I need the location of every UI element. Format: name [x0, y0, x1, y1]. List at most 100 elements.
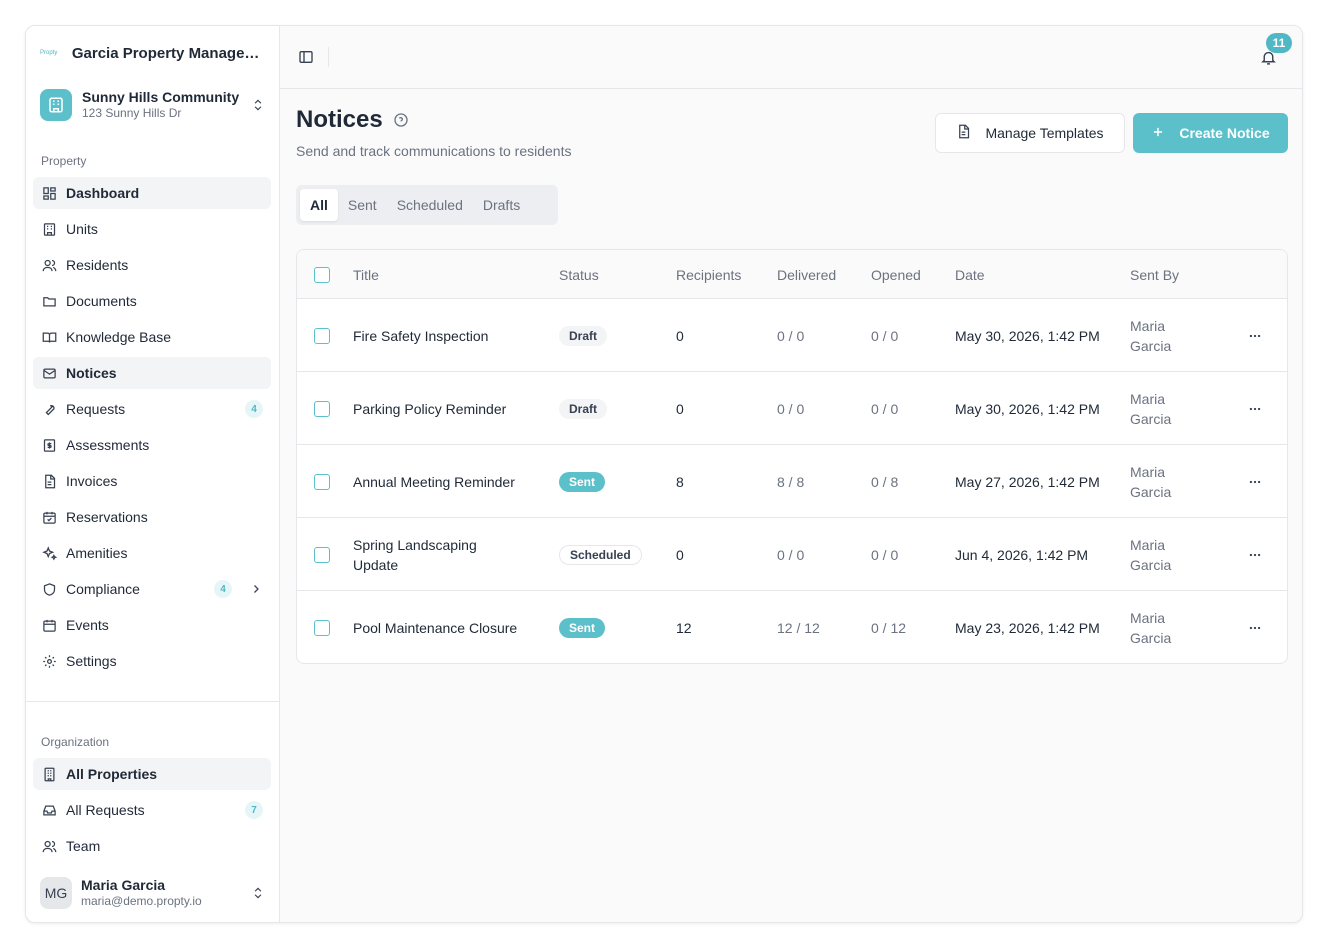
table-row[interactable]: Fire Safety Inspection Draft 0 0 / 0 0 /… — [297, 299, 1287, 372]
sidebar-item-label: Units — [66, 221, 98, 237]
recipients-count: 0 — [676, 400, 684, 417]
help-circle-icon[interactable] — [393, 112, 409, 128]
table-row[interactable]: Parking Policy Reminder Draft 0 0 / 0 0 … — [297, 372, 1287, 445]
sidebar-item-documents[interactable]: Documents — [33, 285, 271, 317]
page-header: Notices — [296, 106, 409, 134]
status-badge: Sent — [559, 471, 606, 492]
tab-scheduled[interactable]: Scheduled — [387, 189, 473, 221]
column-title[interactable]: Title — [353, 250, 379, 299]
notice-title[interactable]: Pool Maintenance Closure — [353, 591, 543, 663]
sidebar-item-label: Residents — [66, 257, 129, 273]
tab-all[interactable]: All — [300, 189, 338, 221]
column-status[interactable]: Status — [559, 250, 599, 299]
sidebar-item-notices[interactable]: Notices — [33, 357, 271, 389]
row-checkbox[interactable] — [314, 473, 330, 490]
status-badge: Scheduled — [559, 544, 642, 565]
book-icon — [41, 329, 57, 345]
sidebar-item-residents[interactable]: Residents — [33, 249, 271, 281]
sidebar-toggle-icon[interactable] — [296, 47, 316, 67]
sidebar-item-reservations[interactable]: Reservations — [33, 501, 271, 533]
users-icon — [41, 257, 57, 273]
more-horizontal-icon[interactable] — [1243, 543, 1267, 567]
wrench-icon — [41, 401, 57, 417]
status-badge: Draft — [559, 398, 608, 419]
sidebar-item-all-requests[interactable]: All Requests 7 — [33, 794, 271, 826]
more-horizontal-icon[interactable] — [1243, 616, 1267, 640]
manage-templates-label: Manage Templates — [985, 125, 1104, 141]
status-badge: Sent — [559, 617, 606, 638]
organization-nav: All Properties All Requests 7 Team — [33, 758, 271, 866]
column-date[interactable]: Date — [955, 250, 985, 299]
sidebar-item-label: Documents — [66, 293, 137, 309]
sidebar-item-requests[interactable]: Requests 4 — [33, 393, 271, 425]
dollar-doc-icon — [41, 437, 57, 453]
row-checkbox[interactable] — [314, 327, 330, 344]
opened-count: 0 / 0 — [871, 400, 899, 417]
recipients-count: 12 — [676, 619, 692, 636]
chevrons-up-down-icon — [250, 97, 266, 113]
user-menu[interactable]: MG Maria Garcia maria@demo.propty.io — [40, 876, 266, 910]
sidebar-item-events[interactable]: Events — [33, 609, 271, 641]
table-row[interactable]: Spring Landscaping Update Scheduled 0 0 … — [297, 518, 1287, 591]
dashboard-icon — [41, 185, 57, 201]
column-sent-by[interactable]: Sent By — [1130, 250, 1179, 299]
sidebar-item-label: Reservations — [66, 509, 148, 525]
sidebar-item-assessments[interactable]: Assessments — [33, 429, 271, 461]
org-header[interactable]: Propty Garcia Property Managem... — [40, 42, 269, 64]
requests-count-badge: 4 — [245, 400, 263, 418]
chevron-right-icon[interactable] — [249, 582, 263, 596]
sidebar-item-invoices[interactable]: Invoices — [33, 465, 271, 497]
delivered-count: 0 / 0 — [777, 327, 805, 344]
sidebar-item-team[interactable]: Team — [33, 830, 271, 862]
sidebar-item-amenities[interactable]: Amenities — [33, 537, 271, 569]
column-delivered[interactable]: Delivered — [777, 250, 836, 299]
opened-count: 0 / 12 — [871, 619, 907, 636]
app-window: Propty Garcia Property Managem... Sunny … — [25, 25, 1303, 923]
sidebar-item-label: Settings — [66, 653, 117, 669]
office-icon — [41, 766, 57, 782]
opened-count: 0 / 0 — [871, 327, 899, 344]
tab-sent[interactable]: Sent — [338, 189, 387, 221]
calendar-check-icon — [41, 509, 57, 525]
sidebar-item-dashboard[interactable]: Dashboard — [33, 177, 271, 209]
org-name: Garcia Property Managem... — [71, 44, 269, 62]
sidebar-item-units[interactable]: Units — [33, 213, 271, 245]
notice-date: Jun 4, 2026, 1:42 PM — [955, 546, 1089, 563]
recipients-count: 0 — [676, 546, 684, 563]
notice-title[interactable]: Parking Policy Reminder — [353, 372, 543, 445]
create-notice-button[interactable]: Create Notice — [1133, 113, 1288, 153]
sidebar-item-label: Events — [66, 617, 109, 633]
folder-icon — [41, 293, 57, 309]
topbar: 11 — [280, 26, 1302, 89]
page-subtitle: Send and track communications to residen… — [296, 143, 572, 159]
sidebar-item-knowledge-base[interactable]: Knowledge Base — [33, 321, 271, 353]
sidebar-item-compliance[interactable]: Compliance 4 — [33, 573, 271, 605]
notice-title[interactable]: Spring Landscaping Update — [353, 518, 523, 591]
notice-title[interactable]: Fire Safety Inspection — [353, 299, 543, 372]
row-checkbox[interactable] — [314, 619, 330, 636]
notice-title[interactable]: Annual Meeting Reminder — [353, 445, 543, 518]
column-opened[interactable]: Opened — [871, 250, 921, 299]
building-icon — [40, 89, 72, 121]
more-horizontal-icon[interactable] — [1243, 397, 1267, 421]
more-horizontal-icon[interactable] — [1243, 470, 1267, 494]
calendar-icon — [41, 617, 57, 633]
column-recipients[interactable]: Recipients — [676, 250, 741, 299]
sidebar-item-settings[interactable]: Settings — [33, 645, 271, 677]
sidebar-item-all-properties[interactable]: All Properties — [33, 758, 271, 790]
delivered-count: 12 / 12 — [777, 619, 820, 636]
select-all-checkbox[interactable] — [314, 266, 330, 283]
org-logo: Propty — [40, 50, 58, 56]
more-horizontal-icon[interactable] — [1243, 324, 1267, 348]
row-checkbox[interactable] — [314, 400, 330, 417]
sidebar-item-label: Invoices — [66, 473, 118, 489]
row-checkbox[interactable] — [314, 546, 330, 563]
table-row[interactable]: Annual Meeting Reminder Sent 8 8 / 8 0 /… — [297, 445, 1287, 518]
notice-date: May 27, 2026, 1:42 PM — [955, 473, 1100, 490]
tab-drafts[interactable]: Drafts — [473, 189, 530, 221]
gear-icon — [41, 653, 57, 669]
manage-templates-button[interactable]: Manage Templates — [935, 113, 1125, 153]
property-switcher[interactable]: Sunny Hills Community 123 Sunny Hills Dr — [40, 88, 266, 122]
sidebar-item-label: Notices — [66, 365, 117, 381]
table-row[interactable]: Pool Maintenance Closure Sent 12 12 / 12… — [297, 591, 1287, 663]
